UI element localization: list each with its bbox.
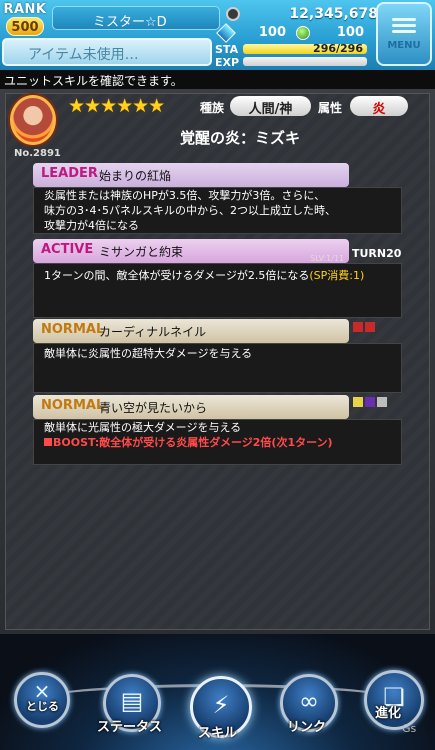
active-skill-text-line: 1ターンの間、敵全体が受けるダメージが2.5倍になる(SP消費:1) (44, 268, 364, 284)
active-skill-type: ACTIVE (41, 242, 94, 257)
status-label: ステータス (97, 720, 163, 735)
menu-button[interactable]: MENU (376, 2, 432, 66)
rank-badge: RANK 500 (3, 2, 47, 38)
gem-icon (296, 26, 310, 40)
attribute-value: 炎 (372, 102, 386, 117)
attribute-badge: 炎 (350, 96, 408, 117)
card-icon: ▤ (120, 687, 144, 715)
active-skill-description: 1ターンの間、敵全体が受けるダメージが2.5倍になる(SP消費:1) (33, 263, 402, 318)
unit-avatar (10, 95, 56, 145)
top-header: RANK 500 ミスター☆D アイテム未使用… 12,345,678 100 … (0, 0, 435, 70)
item-status-button[interactable]: アイテム未使用… (2, 38, 212, 66)
link-label: リンク (287, 720, 327, 735)
boost-marker-icon (44, 438, 52, 446)
leader-skill-header: LEADER 始まりの紅焔 (33, 163, 349, 187)
sta-value: 296/296 (313, 42, 363, 55)
normal-skill-1-header: NORMAL カーディナルネイル (33, 319, 349, 343)
active-skill-name: ミサンガと約束 (99, 245, 184, 259)
hamburger-icon (392, 18, 416, 34)
player-name-box: ミスター☆D (52, 6, 220, 30)
active-skill-header[interactable]: ACTIVE ミサンガと約束 (33, 239, 349, 263)
player-name: ミスター☆D (93, 15, 167, 30)
evolve-button[interactable]: ❏ (364, 670, 424, 730)
leader-skill-description: 炎属性または神族のHPが3.5倍、攻撃力が3倍。さらに、 味方の3･4･5パネル… (33, 187, 402, 234)
fire-panel-icon (365, 322, 375, 332)
info-bar: ユニットスキルを確認できます。 (0, 70, 435, 89)
race-label: 種族 (200, 101, 225, 115)
exp-label: EXP (215, 56, 240, 69)
boost-text-line: BOOST:敵全体が受ける炎属性ダメージ2倍(次1ターン) (44, 435, 333, 451)
close-label: とじる (26, 700, 59, 713)
evolve-label: 進化 (375, 706, 402, 721)
fire-panel-icon (353, 322, 363, 332)
exp-bar-fill (243, 57, 367, 66)
money-value: 12,345,678 (289, 6, 378, 22)
normal-skill-2-description: 敵単体に光属性の極大ダメージを与える BOOST:敵全体が受ける炎属性ダメージ2… (33, 419, 402, 465)
watermark-logo: Gs (402, 722, 417, 735)
sp-cost: (SP消費:1) (309, 269, 365, 282)
normal-skill-1-text: 敵単体に炎属性の超特大ダメージを与える (44, 347, 253, 360)
unit-name: 覚醒の炎：ミズキ (179, 129, 300, 147)
race-badge: 人間/神 (230, 96, 311, 117)
unit-number: No.2891 (14, 148, 61, 159)
lightning-icon: ⚡ (212, 691, 230, 719)
normal-skill-2-name: 青い空が見たいから (99, 401, 208, 415)
chain-link-icon: ∞ (299, 687, 319, 715)
normal-skill-2-type: NORMAL (41, 398, 105, 413)
skill-level: SLV:1/11 (310, 254, 345, 263)
race-value: 人間/神 (248, 102, 293, 117)
sta-label: STA (215, 43, 239, 56)
exp-bar (243, 57, 367, 66)
normal-skill-1-name: カーディナルネイル (99, 325, 207, 339)
light-panel-icon (353, 397, 363, 407)
boost-text: BOOST:敵全体が受ける炎属性ダメージ2倍(次1ターン) (53, 436, 333, 449)
neutral-panel-icon (377, 397, 387, 407)
normal-skill-1-type: NORMAL (41, 322, 105, 337)
rank-label: RANK (3, 2, 47, 17)
menu-label: MENU (387, 40, 421, 51)
normal-skill-2-text: 敵単体に光属性の極大ダメージを与える (44, 421, 242, 434)
attribute-label: 属性 (318, 101, 343, 115)
info-text: ユニットスキルを確認できます。 (4, 74, 183, 88)
leader-skill-name: 始まりの紅焔 (99, 169, 172, 183)
skill-turn: TURN20 (352, 247, 402, 260)
money-bag-icon (226, 7, 240, 21)
gem-count: 100 (336, 25, 364, 40)
leader-skill-line: 攻撃力が4倍になる (44, 219, 139, 232)
normal-skill-1-description: 敵単体に炎属性の超特大ダメージを与える (33, 343, 402, 393)
leader-skill-line: 味方の3･4･5パネルスキルの中から、2つ以上成立した時、 (44, 204, 336, 217)
active-skill-text: 1ターンの間、敵全体が受けるダメージが2.5倍になる (44, 269, 310, 282)
dark-panel-icon (365, 397, 375, 407)
leader-skill-type: LEADER (41, 166, 98, 181)
item-status-label: アイテム未使用… (28, 47, 139, 63)
leader-skill-line: 炎属性または神族のHPが3.5倍、攻撃力が3倍。さらに、 (44, 189, 326, 202)
skill-label: スキル (198, 726, 238, 741)
crystal-count: 100 (258, 25, 286, 40)
rank-value: 500 (6, 17, 44, 36)
bottom-navigation: × とじる ▤ ステータス ⚡ スキル ∞ リンク ❏ 進化 (0, 634, 435, 750)
normal-skill-2-header: NORMAL 青い空が見たいから (33, 395, 349, 419)
rarity-stars: ★★★★★★ (68, 95, 165, 117)
